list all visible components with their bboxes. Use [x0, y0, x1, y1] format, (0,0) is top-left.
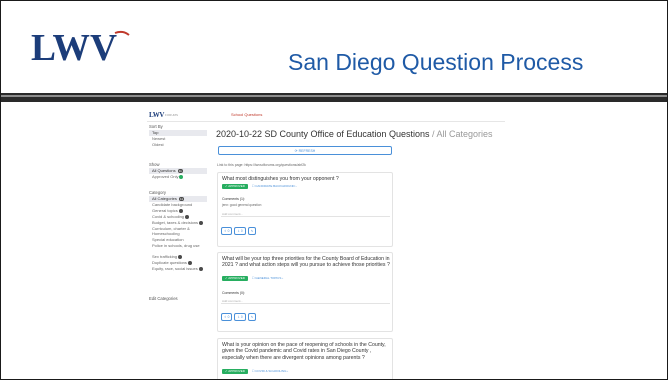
- page-title: 2020-10-22 SD County Office of Education…: [216, 129, 493, 139]
- status-label: APPROVED: [228, 184, 245, 188]
- category-police[interactable]: Police in schools, drug use: [149, 243, 207, 253]
- show-approved-only[interactable]: Approved Only: [149, 174, 207, 180]
- category-tag[interactable]: ☐ COVID & SCHOOLING ›: [252, 369, 289, 374]
- edit-categories-link[interactable]: Edit Categories: [149, 296, 178, 301]
- show-all-count-badge: 11: [177, 169, 183, 173]
- category-count-icon: [199, 220, 204, 225]
- question-text: What is your opinion on the pace of reop…: [222, 342, 386, 361]
- category-label: Sex trafficking: [152, 254, 178, 259]
- downvote-count: 0: [240, 315, 243, 319]
- question-tags: ✓ APPROVED ☐ CANDIDATE BACKGROUND ›: [222, 184, 297, 189]
- slide-header: LWV San Diego Question Process: [1, 1, 667, 92]
- refresh-label: REFRESH: [298, 149, 316, 153]
- title-divider-inner: [1, 95, 667, 97]
- pencil-icon: ✎: [250, 315, 254, 319]
- show-approved-label: Approved Only: [152, 174, 179, 179]
- app-logo[interactable]: LWV: [149, 111, 164, 119]
- question-text: What will be your top three priorities f…: [222, 256, 390, 269]
- show-all-label: All Questions: [152, 168, 176, 173]
- category-label: Equity, race, social issues: [152, 266, 198, 271]
- vote-buttons: ⇧ 0 ⇩ 0 ✎: [221, 313, 258, 321]
- status-label: APPROVED: [228, 276, 245, 280]
- upvote-button[interactable]: ⇧ 0: [221, 227, 233, 235]
- pencil-icon: ✎: [250, 229, 254, 233]
- page-link-url[interactable]: https://lwvsdforums.org/questions/abf2k: [244, 163, 305, 167]
- category-count-icon: [178, 254, 183, 259]
- category-count-icon: [185, 214, 190, 219]
- question-card: What most distinguishes you from your op…: [217, 172, 393, 247]
- slide-title: San Diego Question Process: [288, 49, 584, 75]
- lwv-logo: LWV: [31, 27, 130, 67]
- approved-status-button[interactable]: ✓ APPROVED: [222, 369, 248, 374]
- question-text: What most distinguishes you from your op…: [222, 176, 339, 182]
- category-curriculum[interactable]: Curriculum, charter & Homeschooling: [149, 226, 207, 236]
- question-tags: ✓ APPROVED ☐ GENERAL TOPICS ›: [222, 276, 283, 281]
- category-label: Duplicate questions: [152, 260, 187, 265]
- comment-text: jenn: good general question: [222, 203, 262, 207]
- upvote-count: 0: [227, 229, 230, 233]
- comment-input[interactable]: Add comment...: [221, 211, 390, 217]
- school-questions-link[interactable]: School Questions: [231, 112, 262, 117]
- page-link-line: Link to this page: https://lwvsdforums.o…: [217, 163, 306, 167]
- sidebar: Sort By Top Newest Oldest Show All Quest…: [147, 124, 213, 379]
- downvote-button[interactable]: ⇩ 0: [234, 313, 246, 321]
- category-label: Covid & schooling: [152, 214, 185, 219]
- category-label: General topics: [152, 208, 178, 213]
- question-tags: ✓ APPROVED ☐ COVID & SCHOOLING ›: [222, 369, 288, 374]
- page-link-label: Link to this page:: [217, 163, 244, 167]
- category-heading: Category: [149, 190, 166, 195]
- category-count-icon: [187, 260, 192, 265]
- category-tag-label: COVID & SCHOOLING: [255, 369, 287, 373]
- category-count-icon: [178, 208, 183, 213]
- page-title-text: 2020-10-22 SD County Office of Education…: [216, 129, 430, 139]
- sort-by-heading: Sort By: [149, 124, 163, 129]
- category-all-count-badge: 11: [179, 197, 185, 201]
- vote-buttons: ⇧ 0 ⇩ 0 ✎: [221, 227, 258, 235]
- category-label: Special education: [152, 237, 184, 242]
- question-card: What will be your top three priorities f…: [217, 252, 393, 332]
- upvote-button[interactable]: ⇧ 0: [221, 313, 233, 321]
- status-label: APPROVED: [228, 369, 245, 373]
- question-card: What is your opinion on the pace of reop…: [217, 338, 393, 379]
- show-heading: Show: [149, 162, 160, 167]
- sort-option-oldest[interactable]: Oldest: [149, 142, 207, 148]
- category-tag[interactable]: ☐ CANDIDATE BACKGROUND ›: [252, 184, 297, 189]
- category-count-icon: [198, 266, 203, 271]
- refresh-button[interactable]: ⟳ REFRESH: [218, 146, 392, 155]
- edit-button[interactable]: ✎: [247, 227, 257, 235]
- downvote-button[interactable]: ⇩ 0: [234, 227, 246, 235]
- category-label: Candidate background: [152, 202, 193, 207]
- approved-status-button[interactable]: ✓ APPROVED: [222, 184, 248, 189]
- category-all-label: All Categories: [152, 196, 177, 201]
- logo-wordmark: LWV: [31, 27, 118, 67]
- upvote-count: 0: [227, 315, 230, 319]
- main-content: 2020-10-22 SD County Office of Education…: [215, 124, 505, 379]
- comments-heading: Comments (1):: [222, 197, 246, 201]
- downvote-count: 0: [240, 229, 243, 233]
- comments-heading: Comments (0):: [222, 291, 246, 295]
- page-title-category: All Categories: [436, 129, 493, 139]
- category-equity[interactable]: Equity, race, social issues: [149, 266, 207, 276]
- category-label: Curriculum, charter & Homeschooling: [152, 226, 190, 236]
- app-topbar: LWV FORUMS School Questions: [147, 108, 505, 122]
- category-tag-label: CANDIDATE BACKGROUND: [255, 184, 295, 188]
- comment-input[interactable]: Add comment...: [221, 298, 390, 304]
- category-label: Police in schools, drug use: [152, 243, 200, 248]
- approved-status-button[interactable]: ✓ APPROVED: [222, 276, 248, 281]
- category-label: Budget, taxes & decisions: [152, 220, 199, 225]
- app-screenshot: LWV FORUMS School Questions Sort By Top …: [147, 108, 505, 379]
- category-tag-label: GENERAL TOPICS: [255, 276, 282, 280]
- app-logo-subtitle: FORUMS: [165, 113, 178, 117]
- edit-button[interactable]: ✎: [247, 313, 257, 321]
- approved-indicator-icon: [179, 174, 184, 179]
- category-tag[interactable]: ☐ GENERAL TOPICS ›: [252, 276, 284, 281]
